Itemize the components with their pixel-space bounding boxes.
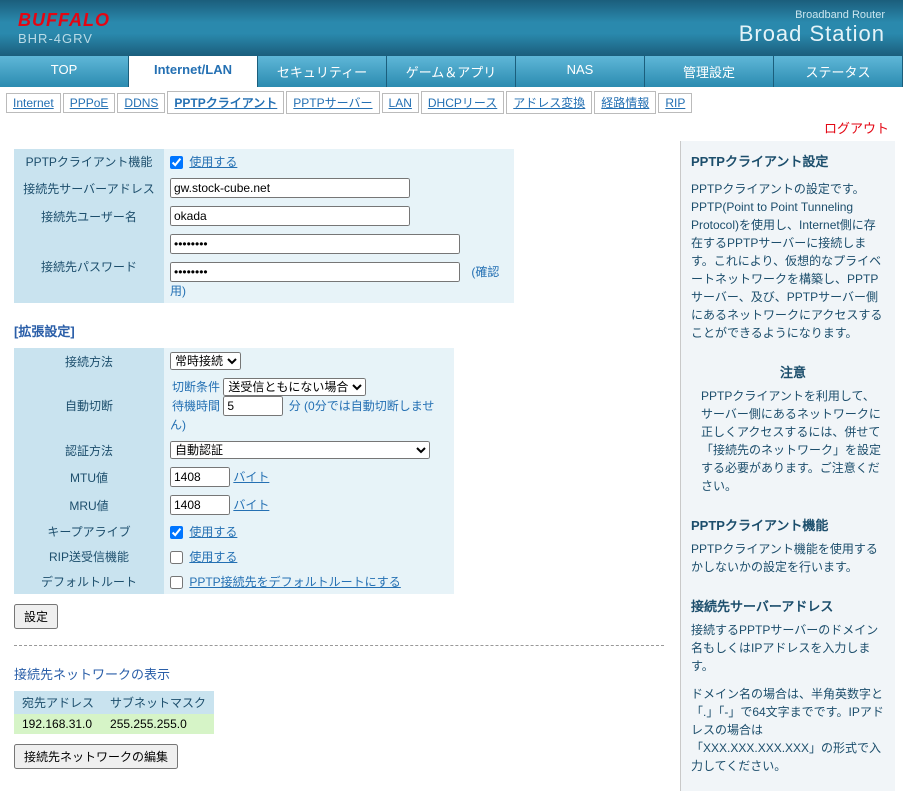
side-heading: PPTPクライアント設定: [691, 151, 885, 170]
cell-subnet-mask: 255.255.255.0: [102, 714, 214, 734]
rip-use[interactable]: 使用する: [189, 550, 237, 564]
header-banner: BUFFALO BHR-4GRV Broadband Router Broad …: [0, 0, 903, 56]
input-username[interactable]: [170, 206, 410, 226]
label-mtu: MTU値: [14, 463, 164, 491]
tab-internet-lan[interactable]: Internet/LAN: [129, 56, 258, 87]
input-mru[interactable]: [170, 495, 230, 515]
side-func-text: PPTPクライアント機能を使用するかしないかの設定を行います。: [691, 540, 885, 576]
main-column: PPTPクライアント機能 使用する 接続先サーバーアドレス 接続先ユーザー名: [8, 141, 670, 791]
brand-large: Broad Station: [739, 21, 885, 47]
label-auto-disconnect: 自動切断: [14, 374, 164, 437]
network-display-title: 接続先ネットワークの表示: [14, 664, 664, 683]
checkbox-keepalive[interactable]: [170, 526, 183, 539]
tab-security[interactable]: セキュリティー: [258, 56, 387, 87]
subtab-pppoe[interactable]: PPPoE: [63, 93, 116, 113]
extended-settings-title: [拡張設定]: [14, 321, 664, 340]
select-connection-method[interactable]: 常時接続: [170, 352, 241, 370]
label-pptp-client-func: PPTPクライアント機能: [14, 149, 164, 174]
submit-button[interactable]: 設定: [14, 604, 58, 629]
wait-label: 待機時間: [172, 399, 220, 413]
label-username: 接続先ユーザー名: [14, 202, 164, 230]
logout-link[interactable]: ログアウト: [824, 121, 889, 136]
select-auth-method[interactable]: 自動認証: [170, 441, 430, 459]
logo: BUFFALO: [18, 10, 110, 31]
checkbox-pptp-enable[interactable]: [170, 156, 183, 169]
side-func-heading: PPTPクライアント機能: [691, 515, 885, 534]
input-server-address[interactable]: [170, 178, 410, 198]
label-rip: RIP送受信機能: [14, 544, 164, 569]
label-keepalive: キープアライブ: [14, 519, 164, 544]
subtab-rip[interactable]: RIP: [658, 93, 692, 113]
col-dest-address: 宛先アドレス: [14, 691, 102, 714]
keepalive-use[interactable]: 使用する: [189, 525, 237, 539]
label-default-route: デフォルトルート: [14, 569, 164, 594]
tab-status[interactable]: ステータス: [774, 56, 903, 87]
subtab-pptp-client[interactable]: PPTPクライアント: [167, 91, 284, 114]
subtab-ddns[interactable]: DDNS: [117, 93, 165, 113]
default-route-text[interactable]: PPTP接続先をデフォルトルートにする: [189, 575, 400, 589]
tab-admin[interactable]: 管理設定: [645, 56, 774, 87]
subtab-route[interactable]: 経路情報: [594, 91, 656, 114]
cond-label: 切断条件: [172, 380, 220, 394]
label-connection-method: 接続方法: [14, 348, 164, 374]
banner-right: Broadband Router Broad Station: [739, 9, 885, 47]
basic-settings-table: PPTPクライアント機能 使用する 接続先サーバーアドレス 接続先ユーザー名: [14, 149, 514, 303]
tab-top[interactable]: TOP: [0, 56, 129, 87]
label-password: 接続先パスワード: [14, 230, 164, 303]
logout-row: ログアウト: [0, 116, 903, 141]
tab-nas[interactable]: NAS: [516, 56, 645, 87]
side-column: PPTPクライアント設定 PPTPクライアントの設定です。PPTP(Point …: [680, 141, 895, 791]
sub-brand: Broadband Router: [739, 9, 885, 21]
input-mtu[interactable]: [170, 467, 230, 487]
mtu-unit[interactable]: バイト: [233, 470, 269, 484]
network-table: 宛先アドレス サブネットマスク 192.168.31.0 255.255.255…: [14, 691, 214, 734]
divider: [14, 645, 664, 646]
label-server-address: 接続先サーバーアドレス: [14, 174, 164, 202]
table-row: 192.168.31.0 255.255.255.0: [14, 714, 214, 734]
main-tabs: TOP Internet/LAN セキュリティー ゲーム＆アプリ NAS 管理設…: [0, 56, 903, 87]
edit-network-button[interactable]: 接続先ネットワークの編集: [14, 744, 178, 769]
side-server-text-1: 接続するPPTPサーバーのドメイン名もしくはIPアドレスを入力します。: [691, 621, 885, 675]
side-server-text-2: ドメイン名の場合は、半角英数字と「.」「-」で64文字までです。IPアドレスの場…: [691, 685, 885, 775]
subtab-dhcp-lease[interactable]: DHCPリース: [421, 91, 504, 114]
side-server-heading: 接続先サーバーアドレス: [691, 596, 885, 615]
side-paragraph-1: PPTPクライアントの設定です。PPTP(Point to Point Tunn…: [691, 180, 885, 342]
extended-settings-table: 接続方法 常時接続 自動切断 切断条件 送受信ともにない場合 待機時間 分 (0…: [14, 348, 454, 594]
select-disconnect-condition[interactable]: 送受信ともにない場合: [223, 378, 366, 396]
subtab-lan[interactable]: LAN: [382, 93, 419, 113]
label-auth-method: 認証方法: [14, 437, 164, 463]
cell-dest-address: 192.168.31.0: [14, 714, 102, 734]
subtab-address-trans[interactable]: アドレス変換: [506, 91, 592, 114]
input-password-confirm[interactable]: [170, 262, 460, 282]
subtab-pptp-server[interactable]: PPTPサーバー: [286, 91, 379, 114]
model-name: BHR-4GRV: [18, 31, 110, 46]
sub-tabs: Internet PPPoE DDNS PPTPクライアント PPTPサーバー …: [0, 87, 903, 116]
mru-unit[interactable]: バイト: [233, 498, 269, 512]
side-caution-text: PPTPクライアントを利用して、サーバー側にあるネットワークに正しくアクセスする…: [701, 387, 885, 495]
label-mru: MRU値: [14, 491, 164, 519]
use-label[interactable]: 使用する: [189, 155, 237, 169]
side-caution-heading: 注意: [701, 362, 885, 381]
tab-game-app[interactable]: ゲーム＆アプリ: [387, 56, 516, 87]
input-password[interactable]: [170, 234, 460, 254]
input-wait-time[interactable]: [223, 396, 283, 416]
banner-left: BUFFALO BHR-4GRV: [18, 10, 110, 46]
checkbox-rip[interactable]: [170, 551, 183, 564]
subtab-internet[interactable]: Internet: [6, 93, 61, 113]
checkbox-default-route[interactable]: [170, 576, 183, 589]
col-subnet-mask: サブネットマスク: [102, 691, 214, 714]
